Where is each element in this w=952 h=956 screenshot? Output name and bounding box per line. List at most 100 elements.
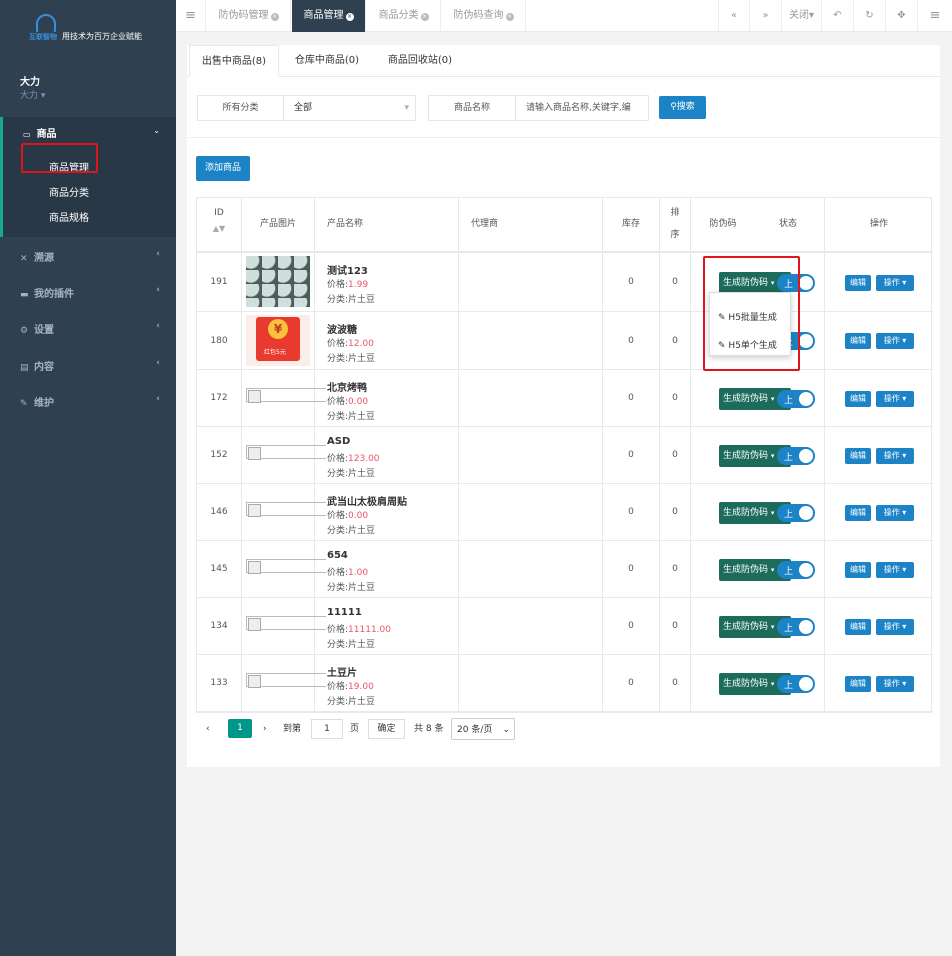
cell-actions: 编辑 操作 ▾ <box>825 312 933 369</box>
confirm-page-button[interactable]: 确定 <box>368 719 405 739</box>
status-toggle[interactable]: 上 <box>777 675 815 693</box>
operate-dropdown-button[interactable]: 操作 ▾ <box>876 505 914 521</box>
sidebar-item-goods[interactable]: ▭ 商品 ⌄ 商品管理 商品分类 商品规格 <box>0 117 176 237</box>
sidebar-subitem-goods-category[interactable]: 商品分类 <box>49 184 89 199</box>
move-icon: ✥ <box>897 10 906 21</box>
tab-goods-category[interactable]: 商品分类 × <box>367 0 441 32</box>
scroll-left-button[interactable]: « <box>718 0 750 32</box>
page-number-input[interactable]: 1 <box>311 719 343 739</box>
generate-code-label: 生成防伪码 <box>723 394 769 404</box>
cell-image <box>242 427 326 483</box>
tab-code-query[interactable]: 防伪码查询 × <box>442 0 526 32</box>
product-name[interactable]: 武当山太极肩周贴 <box>327 493 407 508</box>
product-name[interactable]: 654 <box>327 550 348 561</box>
close-menu-button[interactable]: 关闭▾ <box>782 0 822 32</box>
tab-in-stock[interactable]: 仓库中商品(0) <box>282 45 372 77</box>
cell-image <box>242 370 326 426</box>
cell-agent <box>459 312 603 369</box>
edit-button[interactable]: 编辑 <box>845 448 871 464</box>
main-panel: 出售中商品(8) 仓库中商品(0) 商品回收站(0) 所有分类 全部 ▾ 商品名… <box>187 45 940 767</box>
undo-icon: ↶ <box>833 10 842 21</box>
tab-goods-manage[interactable]: 商品管理 × <box>292 0 366 32</box>
user-role-dropdown[interactable]: 大力 ▾ <box>20 88 45 101</box>
tab-on-sale[interactable]: 出售中商品(8) <box>189 45 279 77</box>
back-button[interactable]: ↶ <box>822 0 854 32</box>
tab-code-manage[interactable]: 防伪码管理 × <box>207 0 291 32</box>
search-input[interactable]: 请输入商品名称,关键字,编 <box>526 96 648 120</box>
caret-down-icon: ▾ <box>40 91 46 101</box>
sidebar-item-maintain[interactable]: ✎ 维护 ‹ <box>20 394 166 409</box>
product-category: 分类:片土豆 <box>327 295 376 305</box>
cell-stock: 0 <box>603 541 660 597</box>
th-agent: 代理商 <box>459 198 603 251</box>
edit-button[interactable]: 编辑 <box>845 275 871 291</box>
cell-name: 11111 价格:11111.00 分类:片土豆 <box>315 598 459 654</box>
operate-dropdown-button[interactable]: 操作 ▾ <box>876 391 914 407</box>
operate-dropdown-button[interactable]: 操作 ▾ <box>876 275 914 291</box>
cell-stock: 0 <box>603 598 660 654</box>
next-page-button[interactable]: › <box>263 718 267 740</box>
row-actions: 编辑 操作 ▾ <box>845 505 915 521</box>
operate-dropdown-button[interactable]: 操作 ▾ <box>876 333 914 349</box>
sidebar-item-label: 我的插件 <box>34 289 74 300</box>
status-toggle[interactable]: 上 <box>777 504 815 522</box>
cell-id: 180 <box>197 312 242 369</box>
menu-toggle-button[interactable]: ≡ <box>176 0 206 32</box>
operate-dropdown-button[interactable]: 操作 ▾ <box>876 562 914 578</box>
product-name[interactable]: 测试123 <box>327 262 368 277</box>
status-toggle[interactable]: 上 <box>777 561 815 579</box>
sidebar-item-content[interactable]: ▤ 内容 ‹ <box>20 358 166 373</box>
cell-agent <box>459 598 603 654</box>
caret-down-icon: ▾ <box>902 622 907 631</box>
operate-dropdown-button[interactable]: 操作 ▾ <box>876 619 914 635</box>
toggle-label: 上 <box>784 396 794 406</box>
operate-dropdown-button[interactable]: 操作 ▾ <box>876 676 914 692</box>
close-icon[interactable]: × <box>505 13 514 21</box>
close-icon[interactable]: × <box>345 13 354 21</box>
page-1-button[interactable]: 1 <box>228 719 252 738</box>
caret-down-icon: ▾ <box>770 395 775 403</box>
sidebar-item-settings[interactable]: ⚙ 设置 ‹ <box>20 321 166 336</box>
edit-button[interactable]: 编辑 <box>845 676 871 692</box>
product-name[interactable]: 北京烤鸭 <box>327 379 367 394</box>
edit-button[interactable]: 编辑 <box>845 391 871 407</box>
highlight-box <box>703 256 800 371</box>
product-name[interactable]: 波波糖 <box>327 321 357 336</box>
status-toggle[interactable]: 上 <box>777 390 815 408</box>
product-name[interactable]: 11111 <box>327 607 362 618</box>
status-toggle[interactable]: 上 <box>777 447 815 465</box>
per-page-select[interactable]: 20 条/页 ⌄ <box>451 718 515 740</box>
scroll-right-button[interactable]: » <box>750 0 782 32</box>
edit-button[interactable]: 编辑 <box>845 333 871 349</box>
product-category: 分类:片土豆 <box>327 469 376 479</box>
operate-dropdown-button[interactable]: 操作 ▾ <box>876 448 914 464</box>
edit-button[interactable]: 编辑 <box>845 619 871 635</box>
status-toggle[interactable]: 上 <box>777 618 815 636</box>
sidebar-subitem-goods-spec[interactable]: 商品规格 <box>49 209 89 224</box>
row-actions: 编辑 操作 ▾ <box>845 333 915 349</box>
add-goods-button[interactable]: 添加商品 <box>196 156 250 181</box>
price-prefix: 价格: <box>327 454 349 464</box>
fullscreen-button[interactable]: ✥ <box>886 0 918 32</box>
caret-down-icon: ▾ <box>902 679 907 688</box>
refresh-button[interactable]: ↻ <box>854 0 886 32</box>
th-id[interactable]: ID ▲▼ <box>197 198 242 251</box>
category-filter[interactable]: 所有分类 全部 ▾ <box>197 95 416 121</box>
sidebar-item-trace[interactable]: ✕ 溯源 ‹ <box>20 249 166 264</box>
tab-recycle[interactable]: 商品回收站(0) <box>375 45 465 77</box>
close-icon[interactable]: × <box>270 13 279 21</box>
product-image <box>246 256 310 307</box>
product-price: 价格:0.00 <box>327 394 368 407</box>
edit-button[interactable]: 编辑 <box>845 505 871 521</box>
close-icon[interactable]: × <box>420 13 429 21</box>
sidebar-item-plugins[interactable]: ▬ 我的插件 ‹ <box>20 285 166 300</box>
toggle-knob <box>799 620 813 634</box>
operate-label: 操作 <box>883 508 900 517</box>
more-button[interactable]: ≡ <box>918 0 952 32</box>
product-name[interactable]: 土豆片 <box>327 664 357 679</box>
edit-button[interactable]: 编辑 <box>845 562 871 578</box>
price-value: 1.00 <box>348 568 369 578</box>
product-name[interactable]: ASD <box>327 436 350 447</box>
prev-page-button[interactable]: ‹ <box>206 718 210 740</box>
search-button[interactable]: ⚲搜索 <box>659 96 706 119</box>
